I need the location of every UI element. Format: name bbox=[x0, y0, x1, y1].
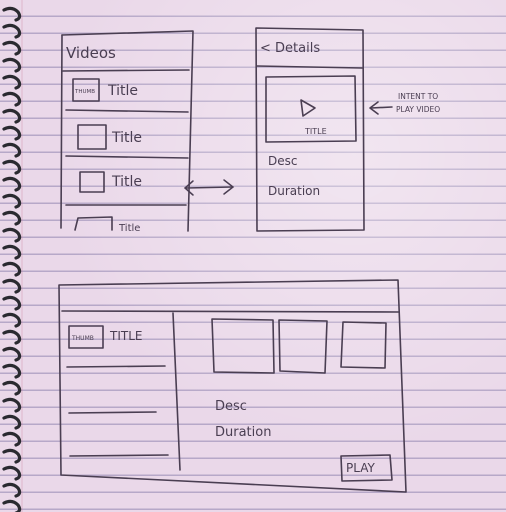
play-button-label[interactable]: PLAY bbox=[346, 461, 375, 475]
tablet-list-item-title[interactable]: TITLE bbox=[109, 329, 142, 343]
media-thumbnail[interactable] bbox=[278, 319, 328, 374]
thumb-label: THUMB bbox=[71, 335, 94, 342]
tablet-header-divider bbox=[61, 310, 400, 313]
media-thumbnail[interactable] bbox=[340, 321, 387, 369]
list-item-divider bbox=[66, 365, 166, 368]
tablet-duration: Duration bbox=[215, 425, 271, 440]
tablet-pane-divider bbox=[172, 312, 181, 471]
list-item-divider bbox=[69, 454, 169, 457]
list-item-divider bbox=[68, 411, 157, 414]
tablet-desc: Desc bbox=[215, 399, 247, 414]
tablet-sketch: THUMB TITLE Desc Duration PLAY bbox=[58, 279, 407, 493]
media-thumbnail[interactable] bbox=[211, 318, 275, 374]
